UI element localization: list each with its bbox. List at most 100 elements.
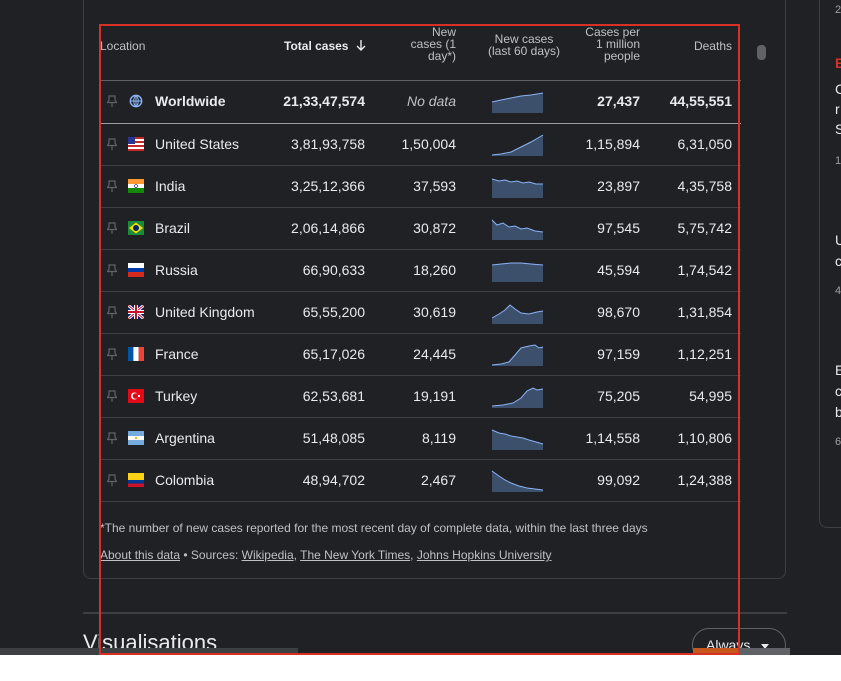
russia-flag-icon <box>128 263 144 277</box>
header-location[interactable]: Location <box>100 40 145 52</box>
header-total-cases-label: Total cases <box>284 39 349 53</box>
cases-per-million-value: 1,14,558 <box>585 430 641 446</box>
colombia-flag-icon <box>128 473 144 487</box>
location-name: Colombia <box>155 472 215 488</box>
sources-line: About this data • Sources: Wikipedia, Th… <box>100 548 552 562</box>
header-new-cases-60[interactable]: New cases (last 60 days) <box>476 33 572 57</box>
deaths-value: 44,55,551 <box>669 93 732 109</box>
new-cases-value: 18,260 <box>413 262 456 278</box>
pin-icon[interactable] <box>107 474 117 486</box>
table-scrollbar[interactable] <box>757 45 766 60</box>
pin-icon[interactable] <box>107 95 117 107</box>
total-cases-value: 62,53,681 <box>302 388 365 404</box>
deaths-value: 1,12,251 <box>677 346 733 362</box>
country-row-brazil[interactable]: Brazil 2,06,14,866 30,872 97,545 5,75,74… <box>100 208 741 250</box>
pin-icon[interactable] <box>107 390 117 402</box>
country-row-argentina[interactable]: Argentina 51,48,085 8,119 1,14,558 1,10,… <box>100 418 741 460</box>
new-cases-sparkline <box>491 134 544 156</box>
cases-per-million-value: 97,545 <box>597 220 640 236</box>
total-cases-value: 51,48,085 <box>302 430 365 446</box>
side-text: E <box>835 362 841 378</box>
total-cases-value: 65,55,200 <box>302 304 365 320</box>
total-cases-value: 3,81,93,758 <box>291 136 365 152</box>
brazil-flag-icon <box>128 221 144 235</box>
pin-icon[interactable] <box>107 306 117 318</box>
sources-separator: , <box>410 548 417 562</box>
pin-icon[interactable] <box>107 264 117 276</box>
header-total-cases[interactable]: Total cases <box>284 40 366 52</box>
country-row-united-kingdom[interactable]: United Kingdom 65,55,200 30,619 98,670 1… <box>100 292 741 334</box>
cases-per-million-value: 45,594 <box>597 262 640 278</box>
new-cases-sparkline <box>491 178 543 198</box>
header-cpm-line3: people <box>603 49 640 63</box>
country-row-france[interactable]: France 65,17,026 24,445 97,159 1,12,251 <box>100 334 741 376</box>
cases-per-million-value: 1,15,894 <box>585 136 641 152</box>
source-link-nyt[interactable]: The New York Times <box>300 548 410 562</box>
new-cases-value: 30,872 <box>413 220 456 236</box>
india-flag-icon <box>128 179 144 193</box>
deaths-value: 54,995 <box>689 388 732 404</box>
pin-icon[interactable] <box>107 432 117 444</box>
cases-per-million-value: 23,897 <box>597 178 640 194</box>
country-row-india[interactable]: India 3,25,12,366 37,593 23,897 4,35,758 <box>100 166 741 208</box>
new-cases-value: No data <box>406 93 456 109</box>
header-cases-per-million[interactable]: Cases per 1 million people <box>585 26 640 62</box>
sources-prefix: • Sources: <box>180 548 242 562</box>
side-text: U <box>835 232 841 248</box>
cases-per-million-value: 99,092 <box>597 472 640 488</box>
country-row-russia[interactable]: Russia 66,90,633 18,260 45,594 1,74,542 <box>100 250 741 292</box>
side-text: C <box>835 81 841 97</box>
pin-icon[interactable] <box>107 180 117 192</box>
turkey-flag-icon <box>128 389 144 403</box>
new-cases-value: 37,593 <box>413 178 456 194</box>
header-new-cases[interactable]: New cases (1 day*) <box>411 26 456 62</box>
total-cases-value: 65,17,026 <box>302 346 365 362</box>
pin-icon[interactable] <box>107 222 117 234</box>
us-flag-icon <box>128 137 144 151</box>
new-cases-value: 19,191 <box>413 388 456 404</box>
location-name: Russia <box>155 262 198 278</box>
new-cases-value: 2,467 <box>420 472 456 488</box>
cases-per-million-value: 98,670 <box>597 304 640 320</box>
side-text: 1 <box>835 155 841 167</box>
total-cases-value: 21,33,47,574 <box>283 93 365 109</box>
cases-table: Location Total cases New cases (1 day*) … <box>100 25 741 502</box>
location-name: United States <box>155 136 240 152</box>
screen: Location Total cases New cases (1 day*) … <box>0 0 841 655</box>
new-cases-value: 1,50,004 <box>401 136 457 152</box>
deaths-value: 1,24,388 <box>677 472 733 488</box>
deaths-value: 4,35,758 <box>677 178 733 194</box>
source-link-jhu[interactable]: Johns Hopkins University <box>417 548 552 562</box>
new-cases-sparkline <box>491 219 544 240</box>
location-name: United Kingdom <box>155 304 255 320</box>
sort-arrow-icon <box>356 40 366 51</box>
side-text: 4 <box>835 285 841 297</box>
total-cases-value: 3,25,12,366 <box>291 178 365 194</box>
country-row-united-states[interactable]: United States 3,81,93,758 1,50,004 1,15,… <box>100 124 741 166</box>
country-row-colombia[interactable]: Colombia 48,94,702 2,467 99,092 1,24,388 <box>100 460 741 502</box>
pin-icon[interactable] <box>107 348 117 360</box>
new-cases-value: 24,445 <box>413 346 456 362</box>
new-cases-sparkline <box>491 429 544 450</box>
bottom-accent <box>693 648 740 655</box>
deaths-value: 1,31,854 <box>677 304 733 320</box>
location-name: India <box>155 178 186 194</box>
total-cases-value: 48,94,702 <box>302 472 365 488</box>
cases-per-million-value: 97,159 <box>597 346 640 362</box>
globe-icon <box>129 94 143 108</box>
country-row-turkey[interactable]: Turkey 62,53,681 19,191 75,205 54,995 <box>100 376 741 418</box>
new-cases-sparkline <box>491 344 544 366</box>
worldwide-row[interactable]: Worldwide 21,33,47,574 No data 27,437 44… <box>100 81 741 124</box>
total-cases-value: 66,90,633 <box>302 262 365 278</box>
deaths-value: 1,74,542 <box>677 262 733 278</box>
deaths-value: 1,10,806 <box>677 430 733 446</box>
side-text: c <box>835 253 841 269</box>
side-text: S <box>835 121 841 137</box>
total-cases-value: 2,06,14,866 <box>291 220 365 236</box>
pin-icon[interactable] <box>107 138 117 150</box>
footnote: *The number of new cases reported for th… <box>100 521 648 535</box>
source-link-wikipedia[interactable]: Wikipedia <box>242 548 294 562</box>
about-this-data-link[interactable]: About this data <box>100 548 180 562</box>
bottom-accent-gray <box>740 648 790 655</box>
header-deaths[interactable]: Deaths <box>694 40 732 52</box>
